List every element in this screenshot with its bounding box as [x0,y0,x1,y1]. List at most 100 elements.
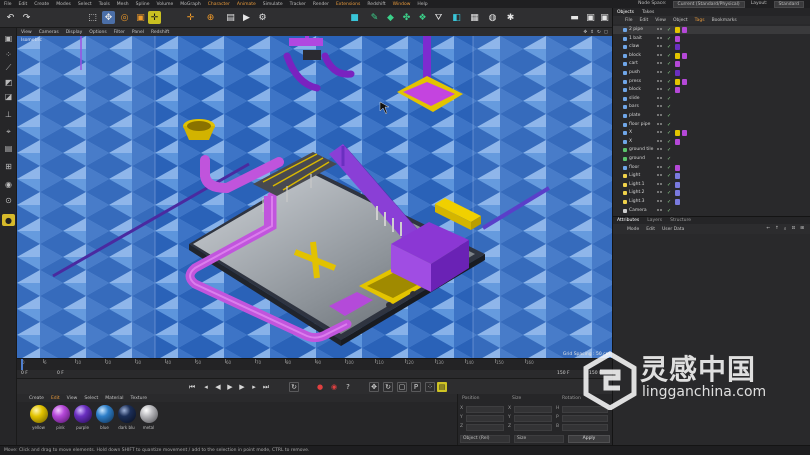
enable-check-icon[interactable]: ✓ [667,36,671,42]
material-menu-view[interactable]: View [67,396,78,401]
material-tag-icon[interactable] [675,138,680,145]
material-swatch[interactable]: pink [51,405,70,430]
size-y-field[interactable] [514,415,552,422]
enable-check-icon[interactable]: ✓ [667,44,671,50]
cube-mode-icon[interactable]: ▣ [2,32,15,44]
interactive-render-icon[interactable]: ▣ [598,11,611,24]
object-row[interactable]: press ✓ [613,78,810,86]
picture-viewer-icon[interactable]: ▣ [584,11,597,24]
enable-check-icon[interactable]: ✓ [667,87,671,93]
viewport-menu-redshift[interactable]: Redshift [151,30,169,35]
material-swatch[interactable]: dark blu [117,405,136,430]
polygons-mode-icon[interactable]: ◩ [2,76,15,88]
points-mode-icon[interactable]: ⁘ [2,48,15,60]
object-row[interactable]: 2 pipe ✓ [613,26,810,34]
menu-render[interactable]: Render [313,2,329,7]
visibility-dots-icon[interactable] [657,157,663,161]
menu-create[interactable]: Create [34,2,49,7]
menu-select[interactable]: Select [78,2,92,7]
enable-check-icon[interactable]: ✓ [667,165,671,171]
cloner-icon[interactable]: ✤ [400,11,413,24]
record-keys-icon[interactable]: ● [315,382,325,392]
up-arrow-icon[interactable]: ↑ [775,226,779,232]
object-row[interactable]: bars ✓ [613,103,810,111]
material-tag-icon[interactable] [682,27,687,33]
material-swatch[interactable]: yellow [29,405,48,430]
visibility-dots-icon[interactable] [657,131,663,135]
render-view-icon[interactable]: ▶ [240,11,253,24]
menu-tools[interactable]: Tools [99,2,110,7]
object-row[interactable]: block ✓ [613,52,810,60]
position-z-field[interactable] [466,424,504,431]
material-tag-icon[interactable] [675,44,680,51]
point-level-icon[interactable]: ⁘ [425,382,435,392]
enable-check-icon[interactable]: ✓ [667,190,671,196]
rotation-key-icon[interactable]: ↻ [383,382,393,392]
visibility-dots-icon[interactable] [657,165,663,170]
om-menu-object[interactable]: Object [673,18,688,23]
material-menu-texture[interactable]: Texture [131,396,147,401]
object-row[interactable]: 1 bait ✓ [613,35,810,43]
visibility-dots-icon[interactable] [657,88,663,92]
menu-help[interactable]: Help [417,2,427,7]
menu-character[interactable]: Character [208,2,230,7]
light-tag-icon[interactable] [675,190,680,197]
key-selection-icon[interactable]: ? [343,382,353,392]
back-arrow-icon[interactable]: ← [766,226,770,232]
visibility-dots-icon[interactable] [657,45,663,49]
size-x-field[interactable] [514,406,552,413]
visibility-dots-icon[interactable] [657,79,663,84]
rotation-b-field[interactable] [562,424,608,431]
enable-check-icon[interactable]: ✓ [667,122,671,128]
object-row[interactable]: ground tile ✓ [613,146,810,154]
snap-icon[interactable]: ⌖ [2,126,15,138]
coordinate-system-icon[interactable]: ⊕ [204,11,217,24]
viewport-menu-cameras[interactable]: Cameras [39,30,59,35]
material-tag-icon[interactable] [675,35,680,42]
lock-workplane-icon[interactable]: ⊞ [2,160,15,172]
visibility-dots-icon[interactable] [657,28,663,32]
select-tool-icon[interactable]: ⬚ [86,11,99,24]
menu-mograph[interactable]: MoGraph [180,2,200,7]
enable-check-icon[interactable]: ✓ [667,61,671,67]
material-tag-icon[interactable] [675,70,680,76]
visibility-dots-icon[interactable] [657,53,663,58]
current-frame-field[interactable]: 0 F [21,371,28,376]
light-tag-icon[interactable] [675,173,680,180]
visibility-dots-icon[interactable] [657,114,663,118]
edges-mode-icon[interactable]: ⟋ [2,62,15,74]
prev-key-icon[interactable]: ◂ [201,382,211,392]
transform-tool-icon[interactable]: ✛ [148,11,161,24]
node-space-select[interactable]: Current (Standard/Physical) [672,0,745,8]
max-frame-field[interactable]: 150 F [589,371,602,376]
viewport-menu-filter[interactable]: Filter [114,30,125,35]
rotate-tool-icon[interactable]: ◎ [118,11,131,24]
material-menu-select[interactable]: Select [84,396,98,401]
material-tag-icon[interactable] [675,52,680,59]
object-row[interactable]: X ✓ [613,138,810,146]
size-z-field[interactable] [514,424,552,431]
enable-check-icon[interactable]: ✓ [667,156,671,162]
object-row[interactable]: Camera ✓ [613,207,810,215]
visibility-dots-icon[interactable] [657,208,663,213]
material-tag-icon[interactable] [675,27,680,33]
cube-icon[interactable]: ■ [348,11,361,24]
param-key-icon[interactable]: P [411,382,421,392]
position-y-field[interactable] [466,415,504,422]
enable-check-icon[interactable]: ✓ [667,96,671,102]
viewport-menu-display[interactable]: Display [66,30,83,35]
coords-size-select[interactable]: Size [514,435,564,443]
scale-key-icon[interactable]: ▢ [397,382,407,392]
visibility-dots-icon[interactable] [657,191,663,195]
floor-icon[interactable]: ▦ [468,11,481,24]
axis-icon[interactable]: ✛ [184,11,197,24]
search-icon[interactable]: ⌕ [784,226,787,232]
position-key-icon[interactable]: ✥ [369,382,379,392]
visibility-dots-icon[interactable] [657,148,663,152]
object-row[interactable]: X ✓ [613,129,810,137]
material-tag-icon[interactable] [675,164,680,171]
uv-mode-icon[interactable]: ◪ [2,90,15,102]
move-tool-icon[interactable]: ✥ [102,11,115,24]
scale-tool-icon[interactable]: ▣ [134,11,147,24]
object-row[interactable]: Light.3 ✓ [613,198,810,206]
